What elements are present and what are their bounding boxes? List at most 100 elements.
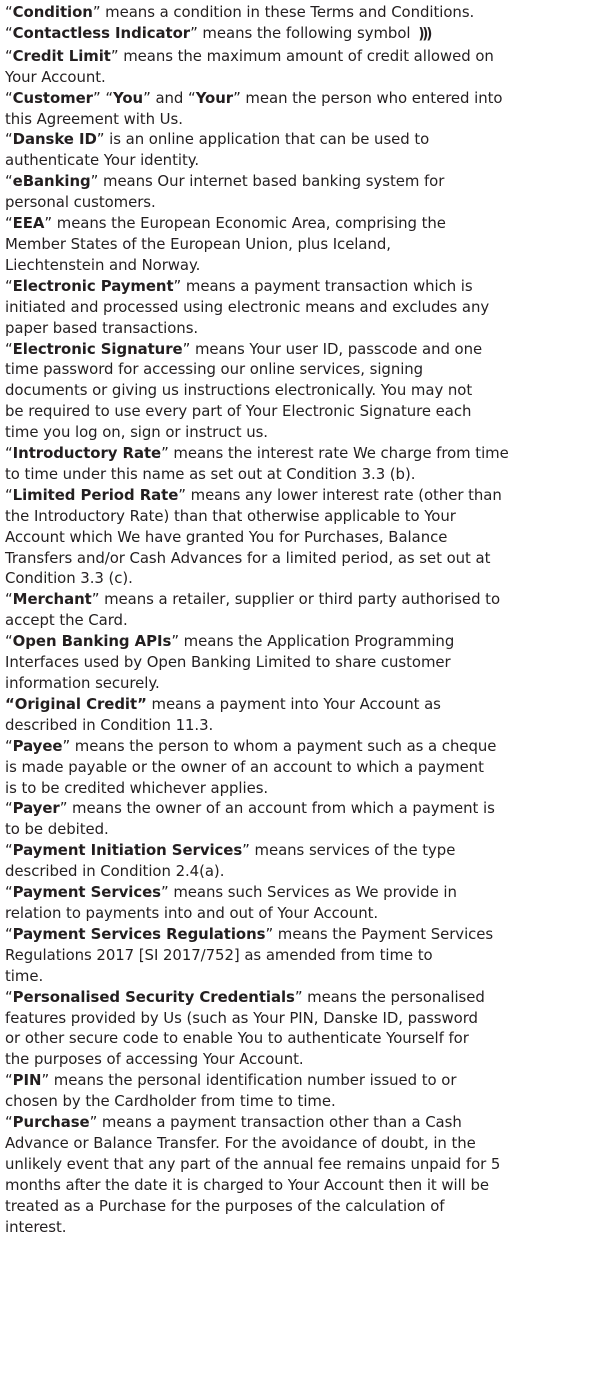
definition-connector: ” means bbox=[178, 485, 241, 504]
open-quote: “ bbox=[5, 172, 13, 191]
definition-connector: ” is bbox=[96, 130, 121, 149]
definition-term: Electronic Payment bbox=[12, 276, 174, 295]
definition-text: Liechtenstein and Norway. bbox=[5, 255, 201, 274]
definition-connector: ” means bbox=[173, 276, 236, 295]
definition-text: unlikely event that any part of the annu… bbox=[5, 1154, 501, 1173]
open-quote: “ bbox=[5, 632, 13, 651]
definition-term: Payer bbox=[12, 799, 60, 818]
definition-text: the personalised bbox=[356, 987, 485, 1006]
definition-text: a condition in these Terms and Condition… bbox=[154, 3, 475, 21]
definition-connector: ” means bbox=[242, 841, 305, 860]
definition-term: Purchase bbox=[12, 1113, 90, 1132]
definition-term: Limited Period Rate bbox=[12, 485, 179, 504]
open-quote: “ bbox=[5, 987, 13, 1006]
definition-item: “Electronic Payment” means a payment tra… bbox=[5, 276, 601, 339]
definition-text: the Application Programming bbox=[233, 632, 455, 651]
definition-item: “Introductory Rate” means the interest r… bbox=[5, 443, 601, 485]
definition-term: PIN bbox=[12, 1071, 42, 1090]
definition-item: “Payment Initiation Services” means serv… bbox=[5, 840, 601, 882]
open-quote: “ bbox=[5, 214, 13, 233]
definition-connector: ” means bbox=[90, 172, 153, 191]
definition-connector: ” means bbox=[137, 694, 202, 713]
definition-term: Open Banking APIs bbox=[12, 632, 172, 651]
definition-text: to time under this name as set out at Co… bbox=[5, 464, 416, 483]
definitions-document: “Condition” means a condition in these T… bbox=[0, 0, 607, 1237]
definition-connector: ” means bbox=[62, 736, 125, 755]
definition-term: EEA bbox=[12, 214, 45, 233]
definition-connector: ” means bbox=[161, 444, 224, 463]
definition-term: Condition bbox=[12, 3, 93, 21]
definition-connector: ” means bbox=[91, 590, 154, 609]
definition-text: the European Economic Area, comprising t… bbox=[106, 214, 446, 233]
definition-text: Account which We have granted You for Pu… bbox=[5, 527, 448, 546]
definition-text: an online application that can be used t… bbox=[120, 130, 430, 149]
definition-text: Condition 3.3 (c). bbox=[5, 569, 133, 588]
definition-text: is to be credited whichever applies. bbox=[5, 778, 269, 797]
definition-text: time you log on, sign or instruct us. bbox=[5, 423, 268, 442]
definition-text: the following symbol bbox=[252, 23, 411, 42]
open-quote: “ bbox=[5, 1071, 13, 1090]
definition-item: “Payment Services” means such Services a… bbox=[5, 882, 601, 924]
open-quote: “ bbox=[5, 736, 13, 755]
definition-item: “Limited Period Rate” means any lower in… bbox=[5, 485, 601, 590]
definition-text: time. bbox=[5, 966, 44, 985]
definition-item: “Payee” means the person to whom a payme… bbox=[5, 736, 601, 799]
definition-text: any lower interest rate (other than bbox=[240, 485, 502, 504]
definition-text: such Services as We provide in bbox=[223, 883, 457, 902]
open-quote: “ bbox=[5, 924, 13, 943]
definition-term: Credit Limit bbox=[12, 46, 111, 65]
definition-text: Transfers and/or Cash Advances for a lim… bbox=[5, 548, 491, 567]
definition-text: this Agreement with Us. bbox=[5, 109, 183, 128]
definition-connector: ” means bbox=[171, 632, 234, 651]
definition-text: information securely. bbox=[5, 674, 160, 692]
definition-item: “PIN” means the personal identification … bbox=[5, 1070, 601, 1112]
definition-connector: ” means bbox=[110, 46, 173, 65]
definition-term: Payment Services Regulations bbox=[12, 924, 266, 943]
definition-item: “Open Banking APIs” means the Applicatio… bbox=[5, 631, 601, 694]
definition-text: time password for accessing our online s… bbox=[5, 360, 424, 379]
definition-item: “Personalised Security Credentials” mean… bbox=[5, 987, 601, 1071]
definition-text: chosen by the Cardholder from time to ti… bbox=[5, 1092, 336, 1111]
definition-text: described in Condition 11.3. bbox=[5, 715, 214, 734]
definition-text: months after the date it is charged to Y… bbox=[5, 1175, 489, 1194]
definition-term: Introductory Rate bbox=[12, 444, 162, 463]
definition-item: “Purchase” means a payment transaction o… bbox=[5, 1112, 601, 1237]
definition-item: “Condition” means a condition in these T… bbox=[5, 2, 601, 23]
definition-text: Your user ID, passcode and one bbox=[244, 339, 483, 358]
open-quote: “ bbox=[5, 276, 13, 295]
open-quote: “ bbox=[5, 339, 13, 358]
definition-text: accept the Card. bbox=[5, 611, 128, 630]
definition-text: relation to payments into and out of You… bbox=[5, 903, 379, 922]
definition-item: “Merchant” means a retailer, supplier or… bbox=[5, 589, 601, 631]
definition-text: the Payment Services bbox=[327, 924, 494, 943]
open-quote: “ bbox=[5, 130, 13, 149]
open-quote: “ bbox=[5, 799, 13, 818]
definition-text: the personal identification number issue… bbox=[103, 1071, 457, 1090]
definition-connector: ” means bbox=[190, 23, 253, 42]
definition-item: “Original Credit” means a payment into Y… bbox=[5, 694, 601, 736]
definition-text: is made payable or the owner of an accou… bbox=[5, 757, 484, 776]
definition-text: treated as a Purchase for the purposes o… bbox=[5, 1196, 445, 1215]
definition-connector: ” bbox=[92, 88, 101, 107]
definition-connector: ” means bbox=[265, 924, 328, 943]
definition-term: Danske ID bbox=[12, 130, 97, 149]
open-quote: “ bbox=[5, 485, 13, 504]
definition-term: Payment Initiation Services bbox=[12, 841, 243, 860]
definition-item: “Payment Services Regulations” means the… bbox=[5, 924, 601, 987]
open-quote: “ bbox=[5, 3, 13, 21]
definition-text: or other secure code to enable You to au… bbox=[5, 1029, 469, 1048]
definition-term: Personalised Security Credentials bbox=[12, 987, 295, 1006]
definition-item: “EEA” means the European Economic Area, … bbox=[5, 213, 601, 276]
definition-text: personal customers. bbox=[5, 193, 156, 212]
open-quote: “ bbox=[5, 841, 13, 860]
definition-text: the maximum amount of credit allowed on bbox=[172, 46, 494, 65]
definition-text: be required to use every part of Your El… bbox=[5, 402, 472, 421]
open-quote: “ bbox=[5, 590, 13, 609]
definition-text: authenticate Your identity. bbox=[5, 151, 200, 170]
definition-term: Customer bbox=[12, 88, 93, 107]
contactless-icon: ))) bbox=[418, 25, 432, 43]
definition-text: the interest rate We charge from time bbox=[223, 444, 509, 463]
definition-text: Member States of the European Union, plu… bbox=[5, 234, 391, 253]
definition-term: Original Credit bbox=[14, 694, 138, 713]
definition-term: Contactless Indicator bbox=[12, 23, 191, 42]
